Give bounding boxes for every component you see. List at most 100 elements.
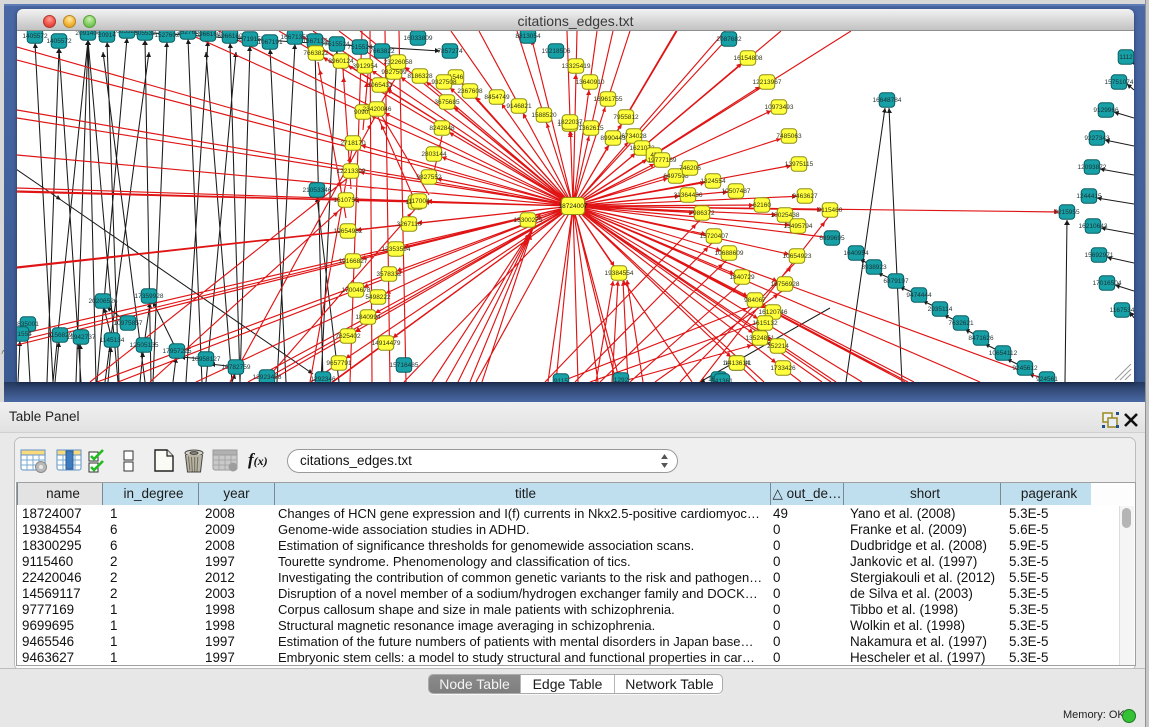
- svg-text:2087682: 2087682: [716, 36, 742, 43]
- svg-text:117004: 117004: [408, 198, 430, 205]
- svg-text:1610755: 1610755: [333, 197, 359, 204]
- svg-text:1405572: 1405572: [46, 38, 72, 45]
- svg-text:9245612: 9245612: [1012, 365, 1038, 372]
- svg-text:10654112: 10654112: [989, 350, 1018, 357]
- svg-text:1733426: 1733426: [770, 365, 796, 372]
- svg-text:8454749: 8454749: [484, 94, 510, 101]
- svg-text:924561: 924561: [1036, 376, 1058, 382]
- svg-text:12093872: 12093872: [1078, 164, 1107, 171]
- svg-text:62160: 62160: [753, 202, 771, 209]
- svg-text:10688609: 10688609: [715, 250, 744, 257]
- svg-text:15751074: 15751074: [1105, 79, 1134, 86]
- svg-text:1324554: 1324554: [700, 178, 726, 185]
- svg-text:252214: 252214: [767, 343, 789, 350]
- svg-text:6899695: 6899695: [819, 235, 845, 242]
- svg-text:9129966: 9129966: [1093, 107, 1119, 114]
- svg-text:23420046: 23420046: [363, 106, 392, 113]
- svg-text:9146821: 9146821: [506, 103, 532, 110]
- svg-text:9115460: 9115460: [818, 207, 843, 214]
- svg-text:8960124: 8960124: [328, 58, 354, 65]
- svg-text:1145134: 1145134: [100, 337, 125, 344]
- svg-text:7485063: 7485063: [776, 133, 802, 140]
- svg-text:12942737: 12942737: [67, 334, 96, 341]
- svg-text:984067: 984067: [744, 297, 766, 304]
- svg-text:13495794: 13495794: [784, 223, 813, 230]
- svg-text:8215955: 8215955: [1054, 209, 1080, 216]
- svg-text:13640910: 13640910: [576, 79, 605, 86]
- svg-text:7663822: 7663822: [369, 48, 395, 55]
- svg-text:17016504: 17016504: [1093, 280, 1122, 287]
- svg-text:16210643: 16210643: [1079, 223, 1108, 230]
- svg-text:1405572: 1405572: [22, 33, 48, 40]
- svg-text:6879197: 6879197: [883, 278, 909, 285]
- svg-text:1615132: 1615132: [752, 320, 778, 327]
- svg-text:1292346: 1292346: [310, 376, 336, 382]
- svg-text:141361: 141361: [711, 378, 733, 382]
- svg-text:2803144: 2803144: [421, 151, 447, 158]
- svg-text:7663822: 7663822: [303, 50, 329, 57]
- svg-text:1065433: 1065433: [367, 82, 393, 89]
- svg-text:16033809: 16033809: [404, 35, 433, 42]
- svg-text:746206: 746206: [679, 165, 701, 172]
- svg-text:8938923: 8938923: [861, 264, 887, 271]
- svg-text:20206526: 20206526: [89, 298, 118, 305]
- svg-text:9327509: 9327509: [381, 69, 407, 76]
- svg-text:10973493: 10973493: [765, 104, 794, 111]
- svg-text:10958127: 10958127: [192, 356, 221, 363]
- svg-text:23226058: 23226058: [384, 59, 413, 66]
- svg-text:21053346: 21053346: [303, 187, 332, 194]
- svg-text:10507487: 10507487: [722, 188, 751, 195]
- svg-text:2935114: 2935114: [928, 306, 953, 313]
- svg-text:16154808: 16154808: [734, 55, 763, 62]
- svg-text:6734028: 6734028: [621, 133, 647, 140]
- svg-text:17957225: 17957225: [163, 348, 192, 355]
- svg-text:9227343: 9227343: [1084, 135, 1110, 142]
- svg-text:7515524: 7515524: [324, 41, 350, 48]
- svg-text:19777169: 19777169: [648, 157, 677, 164]
- svg-text:7857274: 7857274: [437, 48, 463, 55]
- svg-text:19166827: 19166827: [339, 258, 368, 265]
- svg-text:8242848: 8242848: [429, 125, 455, 132]
- svg-text:15716485: 15716485: [390, 362, 419, 369]
- svg-text:9827552: 9827552: [416, 174, 442, 181]
- svg-text:1167534: 1167534: [1110, 307, 1134, 314]
- svg-text:2367608: 2367608: [457, 88, 483, 95]
- svg-text:3912954: 3912954: [352, 63, 378, 70]
- svg-text:9657791: 9657791: [326, 360, 352, 367]
- svg-text:19218506: 19218506: [542, 48, 571, 55]
- svg-text:12353594: 12353594: [382, 246, 411, 253]
- svg-text:18724007: 18724007: [559, 203, 588, 210]
- svg-text:12213967: 12213967: [753, 79, 782, 86]
- svg-text:1362615: 1362615: [578, 125, 604, 132]
- svg-text:2718170: 2718170: [340, 140, 366, 147]
- svg-text:7625402: 7625402: [335, 333, 361, 340]
- svg-text:16120746: 16120746: [759, 309, 788, 316]
- svg-text:991554: 991554: [17, 331, 32, 338]
- svg-text:15720407: 15720407: [700, 233, 729, 240]
- svg-text:9115: 9115: [554, 378, 568, 382]
- svg-text:21364436: 21364436: [674, 192, 703, 199]
- svg-text:9327508: 9327508: [431, 79, 457, 86]
- svg-text:1292: 1292: [614, 377, 629, 382]
- svg-text:13325419: 13325419: [562, 63, 591, 70]
- svg-text:10654923: 10654923: [783, 253, 812, 260]
- svg-text:16782759: 16782759: [222, 364, 251, 371]
- svg-text:17359928: 17359928: [135, 293, 164, 300]
- svg-text:16648784: 16648784: [873, 97, 902, 104]
- svg-text:7986372: 7986372: [689, 210, 715, 217]
- svg-text:9474444: 9474444: [906, 292, 932, 299]
- svg-text:1840994: 1840994: [355, 314, 381, 321]
- svg-text:19654982: 19654982: [334, 228, 363, 235]
- svg-text:10025438: 10025438: [771, 212, 800, 219]
- svg-text:3578332: 3578332: [376, 271, 402, 278]
- svg-text:7955812: 7955812: [613, 114, 639, 121]
- svg-text:1588520: 1588520: [531, 112, 557, 119]
- svg-text:7632621: 7632621: [948, 320, 974, 327]
- svg-text:8186328: 8186328: [407, 73, 433, 80]
- svg-text:10975857: 10975857: [114, 320, 143, 327]
- svg-text:8471626: 8471626: [968, 335, 994, 342]
- svg-text:19756928: 19756928: [771, 281, 800, 288]
- svg-text:15692971: 15692971: [1085, 252, 1114, 259]
- svg-text:13975115: 13975115: [785, 161, 814, 168]
- svg-text:1112: 1112: [1119, 54, 1133, 61]
